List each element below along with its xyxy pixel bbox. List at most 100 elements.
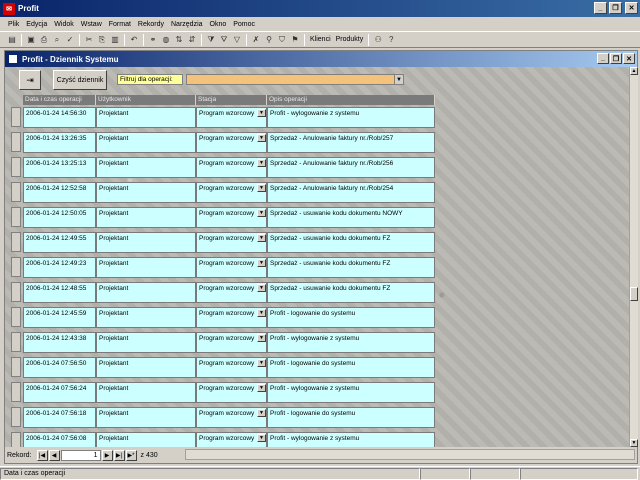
user-cell[interactable]: Projektant (96, 132, 196, 153)
user-cell[interactable]: Projektant (96, 407, 196, 428)
sort-descending-icon[interactable]: ⇵ (186, 33, 198, 46)
clear-journal-button[interactable]: Czyść dziennik (53, 70, 107, 90)
previous-record-icon[interactable]: ◀ (48, 449, 60, 461)
date-cell[interactable]: 2006-01-24 14:56:30 (23, 107, 96, 128)
record-selector[interactable] (11, 232, 21, 252)
description-cell[interactable]: Sprzedaż - Anulowanie faktury nr./Rob/25… (267, 182, 435, 203)
station-combo[interactable]: Program wzorcowy ▼ (196, 257, 267, 278)
first-record-icon[interactable]: |◀ (36, 449, 48, 461)
chevron-down-icon[interactable]: ▼ (257, 284, 266, 292)
chevron-down-icon[interactable]: ▼ (257, 109, 266, 117)
child-close-icon[interactable]: ✕ (623, 53, 635, 64)
chevron-down-icon[interactable]: ▼ (257, 434, 266, 442)
menu-item-pomoc[interactable]: Pomoc (233, 21, 255, 28)
date-cell[interactable]: 2006-01-24 12:49:55 (23, 232, 96, 253)
restore-icon[interactable]: ❐ (609, 2, 622, 14)
station-combo[interactable]: Program wzorcowy ▼ (196, 157, 267, 178)
record-number-input[interactable]: 1 (60, 449, 101, 461)
date-cell[interactable]: 2006-01-24 07:56:24 (23, 382, 96, 403)
sort-ascending-icon[interactable]: ⇅ (173, 33, 185, 46)
filter-excluding-icon[interactable]: ⛉ (276, 33, 288, 46)
design-view-icon[interactable]: ▤ (6, 33, 18, 46)
user-cell[interactable]: Projektant (96, 207, 196, 228)
record-selector[interactable] (11, 307, 21, 327)
web-toolbar-icon[interactable]: ◍ (160, 33, 172, 46)
date-cell[interactable]: 2006-01-24 13:26:35 (23, 132, 96, 153)
description-cell[interactable]: Sprzedaż - usuwanie kodu dokumentu FZ (267, 232, 435, 253)
menu-item-wstaw[interactable]: Wstaw (81, 21, 102, 28)
filter-by-selection-icon[interactable]: ⧩ (205, 33, 217, 46)
clients-button[interactable]: Klienci (308, 36, 333, 43)
user-cell[interactable]: Projektant (96, 107, 196, 128)
scroll-thumb[interactable] (630, 287, 638, 301)
date-cell[interactable]: 2006-01-24 07:56:08 (23, 432, 96, 447)
user-cell[interactable]: Projektant (96, 332, 196, 353)
station-combo[interactable]: Program wzorcowy ▼ (196, 332, 267, 353)
date-cell[interactable]: 2006-01-24 12:52:58 (23, 182, 96, 203)
last-record-icon[interactable]: ▶| (113, 449, 125, 461)
chevron-down-icon[interactable]: ▼ (257, 134, 266, 142)
help-icon[interactable]: ? (385, 33, 397, 46)
record-selector[interactable] (11, 182, 21, 202)
menu-item-okno[interactable]: Okno (210, 21, 227, 28)
description-cell[interactable]: Profit - wylogowanie z systemu (267, 107, 435, 128)
record-selector[interactable] (11, 332, 21, 352)
station-combo[interactable]: Program wzorcowy ▼ (196, 182, 267, 203)
menu-item-narzedzia[interactable]: Narzędzia (171, 21, 203, 28)
station-combo[interactable]: Program wzorcowy ▼ (196, 107, 267, 128)
copy-icon[interactable]: ⎘ (96, 33, 108, 46)
chevron-down-icon[interactable]: ▼ (257, 359, 266, 367)
chevron-down-icon[interactable]: ▼ (257, 184, 266, 192)
menu-item-edycja[interactable]: Edycja (26, 21, 47, 28)
station-combo[interactable]: Program wzorcowy ▼ (196, 357, 267, 378)
save-icon[interactable]: ▣ (25, 33, 37, 46)
user-cell[interactable]: Projektant (96, 232, 196, 253)
advanced-filter-icon[interactable]: ⚑ (289, 33, 301, 46)
date-cell[interactable]: 2006-01-24 12:43:38 (23, 332, 96, 353)
date-cell[interactable]: 2006-01-24 12:45:59 (23, 307, 96, 328)
print-icon[interactable]: ⎙ (38, 33, 50, 46)
record-selector[interactable] (11, 107, 21, 127)
station-combo[interactable]: Program wzorcowy ▼ (196, 407, 267, 428)
description-cell[interactable]: Profit - logowanie do systemu (267, 357, 435, 378)
child-restore-icon[interactable]: ❐ (610, 53, 622, 64)
date-cell[interactable]: 2006-01-24 13:25:13 (23, 157, 96, 178)
chevron-down-icon[interactable]: ▼ (257, 409, 266, 417)
chevron-down-icon[interactable]: ▼ (257, 159, 266, 167)
description-cell[interactable]: Sprzedaż - usuwanie kodu dokumentu NOWY (267, 207, 435, 228)
vertical-scrollbar[interactable]: ▲ ▼ (629, 67, 638, 447)
menu-item-widok[interactable]: Widok (54, 21, 73, 28)
new-record-icon[interactable]: ▶* (125, 449, 137, 461)
description-cell[interactable]: Profit - wylogowanie z systemu (267, 332, 435, 353)
record-selector[interactable] (11, 157, 21, 177)
insert-hyperlink-icon[interactable]: ⚭ (147, 33, 159, 46)
description-cell[interactable]: Profit - wylogowanie z systemu (267, 432, 435, 447)
operation-filter-combo[interactable]: ▼ (186, 74, 404, 85)
child-minimize-icon[interactable]: _ (597, 53, 609, 64)
station-combo[interactable]: Program wzorcowy ▼ (196, 132, 267, 153)
user-cell[interactable]: Projektant (96, 432, 196, 447)
find-icon[interactable]: ⚲ (263, 33, 275, 46)
description-cell[interactable]: Profit - wylogowanie z systemu (267, 382, 435, 403)
menu-item-format[interactable]: Format (109, 21, 131, 28)
user-cell[interactable]: Projektant (96, 257, 196, 278)
spelling-icon[interactable]: ✓ (64, 33, 76, 46)
record-selector[interactable] (11, 132, 21, 152)
next-record-icon[interactable]: ▶ (101, 449, 113, 461)
description-cell[interactable]: Profit - logowanie do systemu (267, 307, 435, 328)
record-selector[interactable] (11, 207, 21, 227)
menu-item-plik[interactable]: Plik (8, 21, 19, 28)
date-cell[interactable]: 2006-01-24 07:56:18 (23, 407, 96, 428)
chevron-down-icon[interactable]: ▼ (257, 209, 266, 217)
user-cell[interactable]: Projektant (96, 157, 196, 178)
paste-icon[interactable]: ▥ (109, 33, 121, 46)
station-combo[interactable]: Program wzorcowy ▼ (196, 382, 267, 403)
scroll-up-icon[interactable]: ▲ (630, 67, 638, 75)
record-selector[interactable] (11, 357, 21, 377)
chevron-down-icon[interactable]: ▼ (257, 384, 266, 392)
record-selector[interactable] (11, 257, 21, 277)
station-combo[interactable]: Program wzorcowy ▼ (196, 307, 267, 328)
cut-icon[interactable]: ✂ (83, 33, 95, 46)
date-cell[interactable]: 2006-01-24 12:48:55 (23, 282, 96, 303)
date-cell[interactable]: 2006-01-24 12:50:05 (23, 207, 96, 228)
